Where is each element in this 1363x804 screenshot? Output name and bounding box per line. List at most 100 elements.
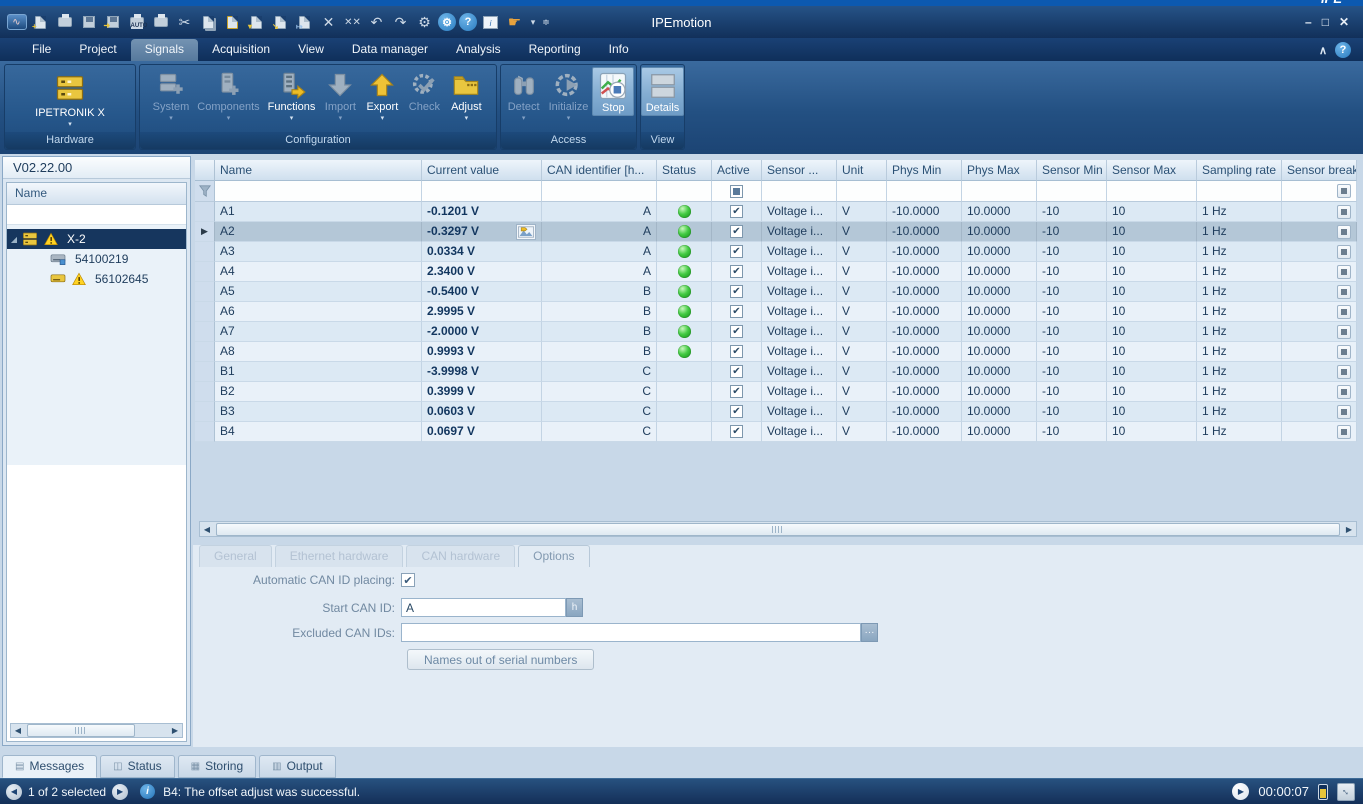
menu-item-signals[interactable]: Signals	[131, 39, 198, 61]
cell-sampling_rate[interactable]: 1 Hz	[1197, 202, 1282, 222]
dropdown-arrow-icon[interactable]: ▾	[528, 11, 538, 33]
column-header-unit[interactable]: Unit	[837, 160, 887, 181]
column-header-name[interactable]: Name	[215, 160, 422, 181]
cell-sensor_min[interactable]: -10	[1037, 202, 1107, 222]
cell-active[interactable]: ✔	[712, 202, 762, 222]
cell-name[interactable]: B1	[215, 362, 422, 382]
menu-item-file[interactable]: File	[18, 39, 65, 61]
cell-status[interactable]	[657, 382, 712, 402]
active-checkbox[interactable]: ✔	[730, 425, 743, 438]
signal-row-a2[interactable]: ▶A2-0.3297 VA✔Voltage i...V-10.000010.00…	[195, 222, 1359, 242]
cell-sensor_break[interactable]	[1282, 282, 1357, 302]
grid-hscrollbar[interactable]: ◀ ▶	[199, 521, 1357, 537]
cell-phys_max[interactable]: 10.0000	[962, 322, 1037, 342]
delete-icon[interactable]: ✕	[318, 11, 339, 33]
signal-row-b1[interactable]: B1-3.9998 VC✔Voltage i...V-10.000010.000…	[195, 362, 1359, 382]
sensor-break-config-button[interactable]	[1337, 245, 1351, 259]
next-message-icon[interactable]: ▶	[112, 784, 128, 800]
sensor-break-config-button[interactable]	[1337, 184, 1351, 198]
active-checkbox[interactable]: ✔	[730, 245, 743, 258]
cell-phys_max[interactable]: 10.0000	[962, 342, 1037, 362]
cell-active[interactable]: ✔	[712, 302, 762, 322]
cell-status[interactable]	[657, 282, 712, 302]
acquisition-play-icon[interactable]: ▶	[1232, 783, 1249, 800]
tree-hscrollbar[interactable]: ◀ ▶	[10, 723, 183, 738]
cell-current_value[interactable]: -0.1201 V	[422, 202, 542, 222]
menu-item-view[interactable]: View	[284, 39, 338, 61]
filter-cell-unit[interactable]	[837, 181, 887, 202]
filter-cell-current_value[interactable]	[422, 181, 542, 202]
sensor-break-config-button[interactable]	[1337, 425, 1351, 439]
cell-phys_max[interactable]: 10.0000	[962, 422, 1037, 442]
tree-name-header[interactable]: Name	[7, 183, 186, 205]
cell-sensor[interactable]: Voltage i...	[762, 342, 837, 362]
column-header-sensor[interactable]: Sensor ...	[762, 160, 837, 181]
cell-name[interactable]: A8	[215, 342, 422, 362]
cell-name[interactable]: A4	[215, 262, 422, 282]
cell-sensor_min[interactable]: -10	[1037, 262, 1107, 282]
detect-button[interactable]: Detect▾	[503, 67, 545, 123]
bottom-tab-output[interactable]: ▥Output	[259, 755, 335, 778]
menu-item-analysis[interactable]: Analysis	[442, 39, 515, 61]
detail-tab-ethernet-hardware[interactable]: Ethernet hardware	[275, 545, 404, 567]
cell-can_id[interactable]: B	[542, 282, 657, 302]
cell-active[interactable]: ✔	[712, 282, 762, 302]
report-chart-icon[interactable]: i	[480, 11, 501, 33]
print-preview-icon[interactable]	[150, 11, 171, 33]
cell-current_value[interactable]: -0.3297 V	[422, 222, 542, 242]
filter-funnel-icon[interactable]	[195, 181, 215, 202]
cell-sampling_rate[interactable]: 1 Hz	[1197, 402, 1282, 422]
cell-active[interactable]: ✔	[712, 242, 762, 262]
active-checkbox[interactable]: ✔	[730, 225, 743, 238]
cell-can_id[interactable]: A	[542, 202, 657, 222]
help-icon[interactable]: ?	[459, 13, 477, 31]
maximize-button[interactable]: □	[1322, 15, 1329, 29]
filter-cell-active[interactable]	[712, 181, 762, 202]
delete-all-icon[interactable]: ✕✕	[342, 11, 363, 33]
scroll-right-icon[interactable]: ▶	[1342, 523, 1356, 536]
cell-name[interactable]: A1	[215, 202, 422, 222]
excluded-can-input[interactable]	[401, 623, 861, 642]
cell-name[interactable]: A2	[215, 222, 422, 242]
sensor-break-config-button[interactable]	[1337, 325, 1351, 339]
menu-item-data-manager[interactable]: Data manager	[338, 39, 442, 61]
cell-active[interactable]: ✔	[712, 382, 762, 402]
stop-button[interactable]: Stop	[592, 67, 634, 116]
hand-pointer-icon[interactable]: ☛	[504, 11, 525, 33]
cell-sensor_max[interactable]: 10	[1107, 242, 1197, 262]
export-file-icon[interactable]: ↦	[294, 11, 315, 33]
menu-item-info[interactable]: Info	[595, 39, 643, 61]
cell-current_value[interactable]: 0.0697 V	[422, 422, 542, 442]
cell-name[interactable]: B4	[215, 422, 422, 442]
ellipsis-button[interactable]: ···	[861, 623, 878, 642]
cell-sensor_max[interactable]: 10	[1107, 202, 1197, 222]
cell-phys_min[interactable]: -10.0000	[887, 402, 962, 422]
cell-phys_min[interactable]: -10.0000	[887, 422, 962, 442]
cell-status[interactable]	[657, 202, 712, 222]
adjust-scaling-button[interactable]	[516, 224, 536, 240]
new-document-icon[interactable]: +	[30, 11, 51, 33]
cell-sensor[interactable]: Voltage i...	[762, 242, 837, 262]
cell-sensor_min[interactable]: -10	[1037, 282, 1107, 302]
export-button[interactable]: Export▾	[361, 67, 403, 123]
help-icon[interactable]: ?	[1335, 42, 1351, 58]
active-checkbox[interactable]: ✔	[730, 265, 743, 278]
cell-can_id[interactable]: C	[542, 402, 657, 422]
cell-active[interactable]: ✔	[712, 222, 762, 242]
cell-current_value[interactable]: 2.9995 V	[422, 302, 542, 322]
cell-phys_min[interactable]: -10.0000	[887, 242, 962, 262]
cell-sensor_min[interactable]: -10	[1037, 322, 1107, 342]
cell-unit[interactable]: V	[837, 422, 887, 442]
cell-unit[interactable]: V	[837, 322, 887, 342]
expand-collapse-icon[interactable]: ◢	[7, 235, 21, 244]
cell-status[interactable]	[657, 262, 712, 282]
cell-sampling_rate[interactable]: 1 Hz	[1197, 262, 1282, 282]
cell-can_id[interactable]: C	[542, 362, 657, 382]
cell-sensor_break[interactable]	[1282, 262, 1357, 282]
cell-phys_max[interactable]: 10.0000	[962, 382, 1037, 402]
column-header-phys-min[interactable]: Phys Min	[887, 160, 962, 181]
save-icon[interactable]	[78, 11, 99, 33]
sensor-break-config-button[interactable]	[1337, 345, 1351, 359]
initialize-button[interactable]: Initialize▾	[545, 67, 593, 123]
cell-sensor_max[interactable]: 10	[1107, 322, 1197, 342]
